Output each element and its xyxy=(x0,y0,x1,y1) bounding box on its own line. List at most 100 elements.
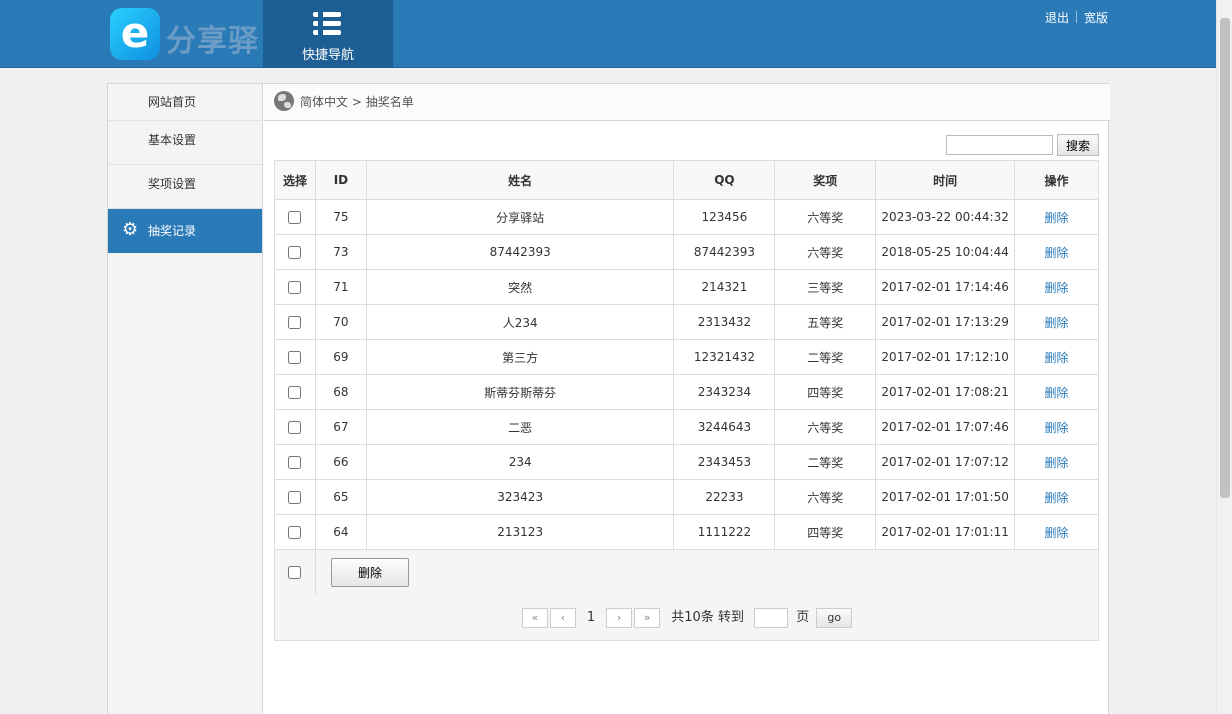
cell-time: 2017-02-01 17:07:46 xyxy=(875,409,1016,445)
cell-qq: 2313432 xyxy=(673,304,776,340)
row-delete-link[interactable]: 删除 xyxy=(1014,304,1099,340)
cell-qq: 2343234 xyxy=(673,374,776,410)
breadcrumb-lang[interactable]: 简体中文 xyxy=(300,95,348,109)
cell-name: 二恶 xyxy=(365,409,675,445)
first-page-button[interactable]: « xyxy=(521,607,548,628)
cell-time: 2018-05-25 10:04:44 xyxy=(875,234,1016,270)
row-delete-link[interactable]: 删除 xyxy=(1014,374,1099,410)
col-header-prize: 奖项 xyxy=(774,160,877,200)
draw-records-table: 选择 ID 姓名 QQ 奖项 时间 操作 75 分享驿站 123456 六等奖 … xyxy=(274,160,1100,595)
cell-qq: 214321 xyxy=(673,269,776,305)
cell-name: 323423 xyxy=(365,479,675,515)
sidebar-item-basic-settings[interactable]: 基本设置 xyxy=(108,121,262,165)
row-checkbox[interactable] xyxy=(288,421,302,434)
total-count: 共10条 xyxy=(671,610,714,625)
logo-text: 分享驿站 xyxy=(166,24,260,59)
col-header-name: 姓名 xyxy=(365,160,675,200)
page-unit-label: 页 xyxy=(796,610,810,625)
cell-qq: 22233 xyxy=(673,479,776,515)
globe-icon xyxy=(274,91,294,111)
table-row: 67 二恶 3244643 六等奖 2017-02-01 17:07:46 删除 xyxy=(274,409,1099,445)
row-checkbox[interactable] xyxy=(288,456,302,469)
pagination: «‹ 1 ›» 共10条 转到 页 go xyxy=(274,594,1099,641)
cell-id: 71 xyxy=(314,269,367,305)
select-all-checkbox[interactable] xyxy=(288,566,302,579)
row-delete-link[interactable]: 删除 xyxy=(1014,234,1099,270)
search-button[interactable]: 搜索 xyxy=(1056,134,1099,156)
sidebar: 网站首页 基本设置 奖项设置 ⚙ 抽奖记录 xyxy=(108,84,263,714)
goto-label: 转到 xyxy=(717,610,744,625)
goto-page-input[interactable] xyxy=(754,607,789,628)
row-delete-link[interactable]: 删除 xyxy=(1014,269,1099,305)
row-checkbox[interactable] xyxy=(288,386,302,399)
sidebar-item-label: 奖项设置 xyxy=(148,177,197,191)
prev-page-button[interactable]: ‹ xyxy=(549,607,576,628)
cell-time: 2017-02-01 17:01:50 xyxy=(875,479,1016,515)
sidebar-item-home[interactable]: 网站首页 xyxy=(108,84,262,121)
row-checkbox[interactable] xyxy=(288,526,302,539)
cell-name: 人234 xyxy=(365,304,675,340)
scrollbar-thumb[interactable] xyxy=(1220,18,1230,498)
cell-time: 2017-02-01 17:13:29 xyxy=(875,304,1016,340)
bulk-delete-button[interactable]: 删除 xyxy=(330,557,409,587)
row-checkbox[interactable] xyxy=(288,211,302,224)
logo-e-icon: e xyxy=(110,8,160,60)
cell-id: 70 xyxy=(314,304,367,340)
table-row: 69 第三方 12321432 二等奖 2017-02-01 17:12:10 … xyxy=(274,339,1099,375)
sidebar-item-prize-settings[interactable]: 奖项设置 xyxy=(108,165,262,209)
breadcrumb-page: 抽奖名单 xyxy=(365,95,414,109)
cell-prize: 五等奖 xyxy=(774,304,877,340)
table-header-row: 选择 ID 姓名 QQ 奖项 时间 操作 xyxy=(274,160,1099,200)
row-delete-link[interactable]: 删除 xyxy=(1014,444,1099,480)
row-delete-link[interactable]: 删除 xyxy=(1014,514,1099,550)
next-page-button[interactable]: › xyxy=(606,607,633,628)
col-header-action: 操作 xyxy=(1014,160,1099,200)
go-button[interactable]: go xyxy=(816,607,853,628)
row-checkbox[interactable] xyxy=(288,491,302,504)
top-links: 退出 宽版 xyxy=(1045,9,1108,26)
cell-prize: 六等奖 xyxy=(774,234,877,270)
sidebar-item-draw-records[interactable]: ⚙ 抽奖记录 xyxy=(108,209,262,253)
site-logo[interactable]: e 分享驿站 xyxy=(110,8,260,60)
table-row: 68 斯蒂芬斯蒂芬 2343234 四等奖 2017-02-01 17:08:2… xyxy=(274,374,1099,410)
cell-time: 2017-02-01 17:14:46 xyxy=(875,269,1016,305)
top-header: e 分享驿站 快捷导航 退出 宽版 xyxy=(0,0,1216,68)
row-delete-link[interactable]: 删除 xyxy=(1014,479,1099,515)
last-page-button[interactable]: » xyxy=(634,607,661,628)
cell-qq: 3244643 xyxy=(673,409,776,445)
table-row: 75 分享驿站 123456 六等奖 2023-03-22 00:44:32 删… xyxy=(274,199,1099,235)
breadcrumb: 简体中文 > 抽奖名单 xyxy=(264,84,1110,121)
table-row: 65 323423 22233 六等奖 2017-02-01 17:01:50 … xyxy=(274,479,1099,515)
widescreen-link[interactable]: 宽版 xyxy=(1084,11,1108,25)
page-scrollbar[interactable] xyxy=(1216,0,1232,714)
row-checkbox[interactable] xyxy=(288,246,302,259)
row-delete-link[interactable]: 删除 xyxy=(1014,199,1099,235)
cell-id: 67 xyxy=(314,409,367,445)
sidebar-item-label: 基本设置 xyxy=(148,133,197,147)
cell-prize: 六等奖 xyxy=(774,199,877,235)
cell-id: 65 xyxy=(314,479,367,515)
search-input[interactable] xyxy=(945,135,1053,155)
col-header-qq: QQ xyxy=(673,160,776,200)
row-checkbox[interactable] xyxy=(288,281,302,294)
row-checkbox[interactable] xyxy=(288,316,302,329)
current-page-number[interactable]: 1 xyxy=(587,594,595,641)
main-frame: 网站首页 基本设置 奖项设置 ⚙ 抽奖记录 简体中文 > 抽奖名单 搜索 选择 … xyxy=(107,83,1110,714)
quick-nav-button[interactable]: 快捷导航 xyxy=(263,0,393,68)
cell-prize: 六等奖 xyxy=(774,409,877,445)
row-delete-link[interactable]: 删除 xyxy=(1014,339,1099,375)
sidebar-item-label: 抽奖记录 xyxy=(148,224,197,238)
cell-prize: 四等奖 xyxy=(774,374,877,410)
cell-name: 第三方 xyxy=(365,339,675,375)
cell-qq: 1111222 xyxy=(673,514,776,550)
cell-time: 2017-02-01 17:07:12 xyxy=(875,444,1016,480)
cell-prize: 三等奖 xyxy=(774,269,877,305)
row-delete-link[interactable]: 删除 xyxy=(1014,409,1099,445)
cell-id: 75 xyxy=(314,199,367,235)
cell-name: 突然 xyxy=(365,269,675,305)
breadcrumb-separator: > xyxy=(351,95,362,109)
table-row: 71 突然 214321 三等奖 2017-02-01 17:14:46 删除 xyxy=(274,269,1099,305)
cell-id: 64 xyxy=(314,514,367,550)
logout-link[interactable]: 退出 xyxy=(1045,11,1069,25)
row-checkbox[interactable] xyxy=(288,351,302,364)
